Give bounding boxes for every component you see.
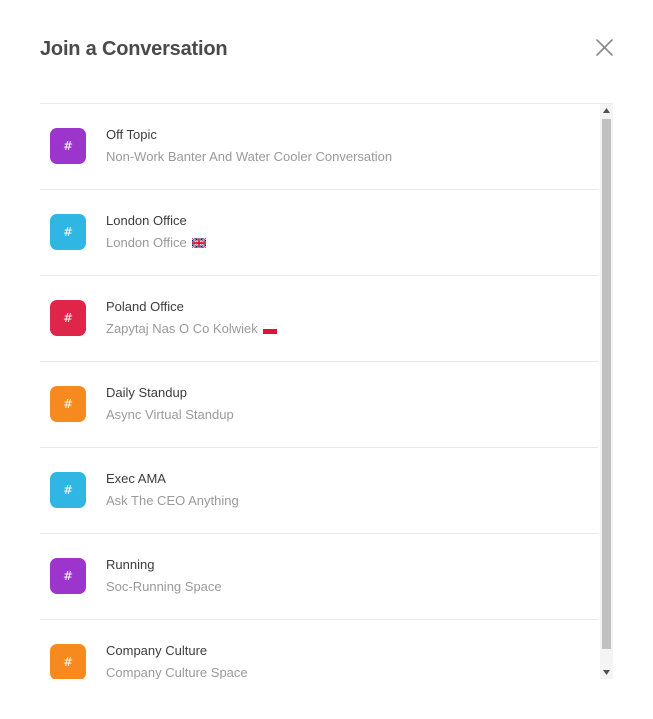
arrow-up-icon <box>603 108 610 113</box>
hash-icon: # <box>50 300 86 336</box>
channel-description: London Office <box>106 235 206 250</box>
join-conversation-dialog: Join a Conversation # Off Topic Non-Work… <box>0 0 653 719</box>
scroll-down-button[interactable] <box>600 666 613 679</box>
channel-list-container: # Off Topic Non-Work Banter And Water Co… <box>40 103 613 679</box>
channel-name: London Office <box>106 213 187 228</box>
scroll-up-button[interactable] <box>600 104 613 117</box>
channel-name: Exec AMA <box>106 471 166 486</box>
dialog-title: Join a Conversation <box>40 38 228 60</box>
channel-item-poland-office[interactable]: # Poland Office Zapytaj Nas O Co Kolwiek <box>40 276 598 362</box>
hash-icon: # <box>50 214 86 250</box>
close-icon <box>596 39 613 56</box>
close-button[interactable] <box>592 36 616 60</box>
hash-icon: # <box>50 386 86 422</box>
channel-name: Off Topic <box>106 127 157 142</box>
channel-description: Ask The CEO Anything <box>106 493 239 508</box>
channel-description: Non-Work Banter And Water Cooler Convers… <box>106 149 393 164</box>
channel-item-exec-ama[interactable]: # Exec AMA Ask The CEO Anything <box>40 448 598 534</box>
channel-item-daily-standup[interactable]: # Daily Standup Async Virtual Standup <box>40 362 598 448</box>
channel-list: # Off Topic Non-Work Banter And Water Co… <box>40 104 598 679</box>
scrollbar[interactable] <box>600 104 613 679</box>
scroll-thumb[interactable] <box>602 119 611 649</box>
hash-icon: # <box>50 128 86 164</box>
channel-description: Zapytaj Nas O Co Kolwiek <box>106 321 277 336</box>
channel-description: Soc-Running Space <box>106 579 222 594</box>
channel-name: Poland Office <box>106 299 184 314</box>
hash-icon: # <box>50 472 86 508</box>
channel-name: Running <box>106 557 155 572</box>
channel-item-company-culture[interactable]: # Company Culture Company Culture Space <box>40 620 598 679</box>
hash-icon: # <box>50 558 86 594</box>
channel-name: Company Culture <box>106 643 208 658</box>
channel-name: Daily Standup <box>106 385 187 400</box>
uk-flag-icon <box>191 238 206 248</box>
channel-description: Company Culture Space <box>106 665 248 679</box>
channel-item-off-topic[interactable]: # Off Topic Non-Work Banter And Water Co… <box>40 104 598 190</box>
channel-item-running[interactable]: # Running Soc-Running Space <box>40 534 598 620</box>
hash-icon: # <box>50 644 86 679</box>
channel-description: Async Virtual Standup <box>106 407 234 422</box>
channel-item-london-office[interactable]: # London Office London Office <box>40 190 598 276</box>
arrow-down-icon <box>603 670 610 675</box>
poland-flag-icon <box>262 324 277 334</box>
